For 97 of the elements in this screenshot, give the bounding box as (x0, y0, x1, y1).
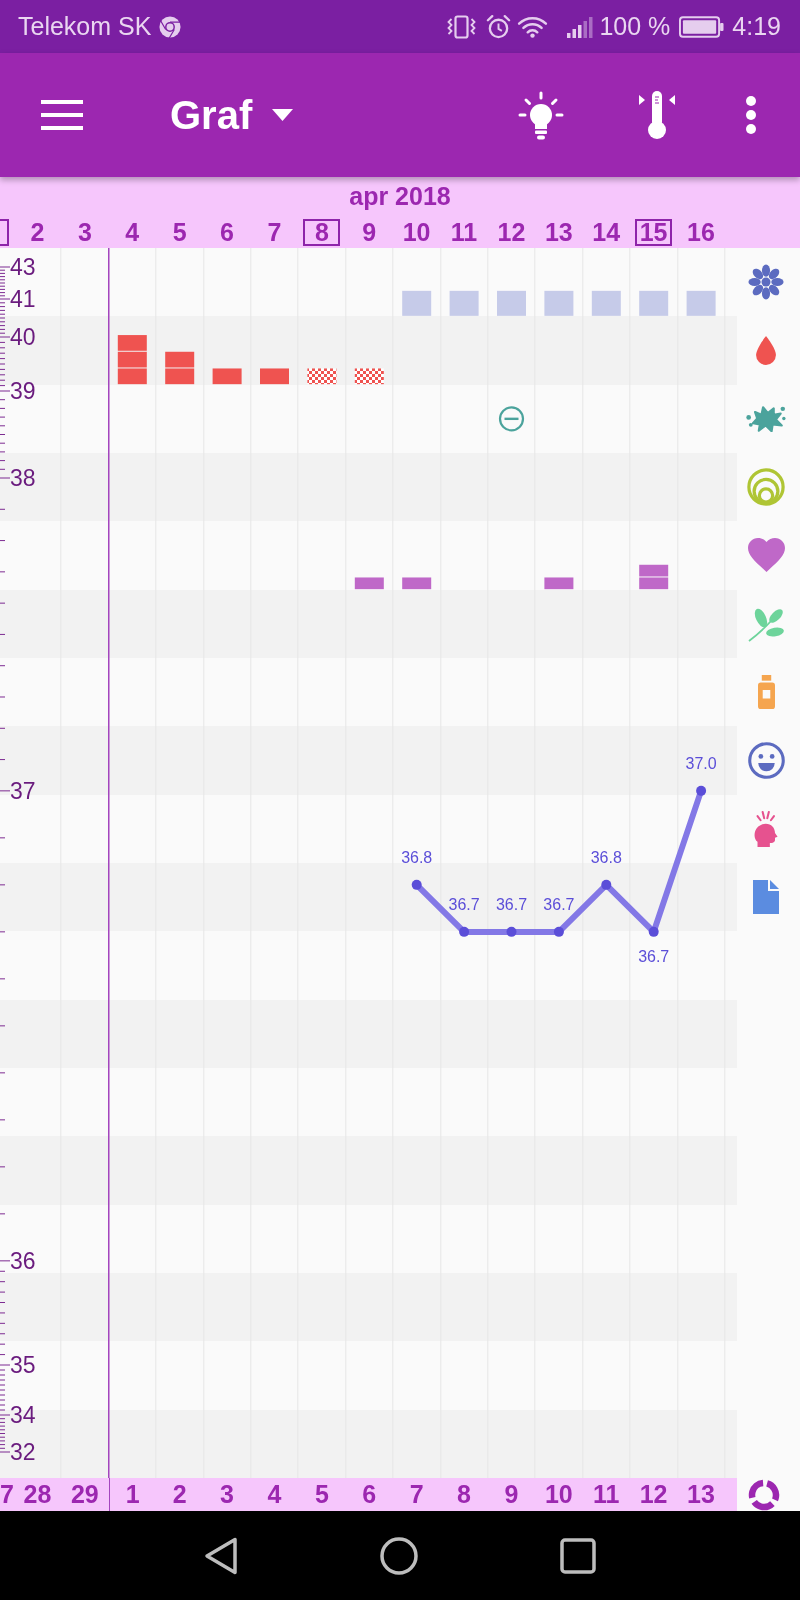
menu-icon[interactable] (41, 99, 83, 131)
alarm-clock-icon (486, 14, 512, 39)
cycle-day-label: 12 (639, 1482, 668, 1507)
back-icon[interactable] (204, 1536, 238, 1575)
square-marker (544, 290, 574, 316)
more-options-icon[interactable] (746, 96, 756, 134)
data-label: 37.0 (685, 755, 717, 773)
day-label: 13 (544, 219, 573, 245)
recent-apps-icon[interactable] (560, 1537, 596, 1574)
cycle-day-label: 29 (70, 1482, 99, 1507)
day-label: 14 (592, 219, 621, 245)
battery-icon (679, 15, 725, 38)
bar-segment (117, 335, 147, 351)
cycle-day-label: 7 (409, 1482, 424, 1507)
axis-label: 36 (10, 1247, 36, 1274)
day-label: 2 (30, 219, 45, 245)
data-point (553, 926, 564, 937)
data-label: 36.7 (448, 896, 480, 914)
cycle-day-label: 5 (314, 1482, 329, 1507)
cycle-day-label: 6 (362, 1482, 377, 1507)
month-label: apr 2018 (349, 183, 451, 209)
cycle-day-label: 9 (504, 1482, 519, 1507)
data-point (411, 879, 422, 890)
day-label: 8 (303, 218, 341, 246)
square-marker (497, 290, 526, 316)
clock-time: 4:19 (732, 14, 781, 39)
data-point (601, 879, 612, 890)
home-icon[interactable] (380, 1536, 418, 1575)
bar-segment (544, 577, 574, 590)
square-marker (686, 290, 716, 316)
day-label: 6 (220, 219, 234, 245)
cycle-day-label: 11 (592, 1482, 620, 1507)
axis-label: 39 (10, 378, 36, 404)
cycle-day-label: 1 (125, 1482, 140, 1507)
data-label: 36.8 (590, 849, 622, 867)
minus-circle-icon (498, 406, 525, 432)
square-marker (449, 290, 479, 316)
data-label: 36.7 (495, 896, 528, 914)
checkered-bar (354, 368, 384, 385)
bar-segment (117, 368, 147, 385)
bar-segment (165, 368, 195, 385)
cycle-day-label: 28 (23, 1482, 52, 1507)
data-point (696, 785, 707, 796)
bar-segment (639, 564, 669, 577)
day-label: 4 (125, 219, 140, 245)
day-label: 11 (450, 219, 478, 245)
bar-segment (354, 577, 384, 590)
axis-label: 35 (10, 1352, 36, 1378)
day-label: 9 (362, 219, 377, 245)
cycle-day-label: 7 (0, 1482, 14, 1507)
cycle-day-label: 3 (220, 1482, 234, 1507)
segmented-ring-icon[interactable] (747, 1478, 780, 1511)
axis-label: 37 (10, 777, 36, 804)
data-label: 36.7 (543, 896, 575, 914)
day-label: 12 (497, 219, 526, 245)
data-label: 36.7 (638, 948, 670, 966)
axis-label: 34 (10, 1402, 36, 1428)
day-label: 3 (77, 219, 92, 245)
day-label: 7 (267, 219, 282, 245)
bar-segment (639, 577, 669, 590)
thermometer-icon[interactable] (638, 90, 676, 140)
data-point (506, 926, 517, 937)
cycle-day-label: 13 (687, 1482, 715, 1507)
signal-icon (566, 15, 595, 38)
caret-icon (272, 109, 294, 121)
vibrate-icon (446, 14, 478, 39)
data-label: 36.8 (401, 849, 433, 867)
axis-label: 32 (10, 1439, 36, 1465)
data-point (459, 926, 470, 937)
bar-segment (260, 368, 289, 385)
lightbulb-icon[interactable] (518, 90, 564, 140)
carrier-name: Telekom SK (18, 14, 152, 39)
bar-segment (165, 351, 195, 368)
square-marker (639, 290, 669, 316)
bar-segment (212, 368, 242, 385)
cycle-day-label: 4 (267, 1482, 282, 1507)
cycle-day-label: 2 (172, 1482, 187, 1507)
view-dropdown[interactable]: Graf (170, 95, 294, 135)
wifi-icon (517, 15, 549, 38)
bar-segment (402, 577, 432, 590)
axis-label: 38 (10, 465, 36, 491)
axis-label: 40 (10, 324, 36, 350)
battery-percent: 100 % (599, 14, 671, 39)
square-marker (591, 290, 621, 316)
cycle-day-label: 8 (457, 1482, 471, 1507)
axis-label: 41 (10, 286, 36, 312)
day-label: 5 (172, 219, 187, 245)
checkered-bar (307, 368, 337, 385)
day-label: 15 (635, 218, 673, 246)
axis-label: 43 (10, 254, 36, 280)
square-marker (402, 290, 432, 316)
day-label: 10 (402, 219, 431, 245)
bar-segment (117, 351, 147, 368)
day-label: 16 (687, 219, 715, 245)
data-point (648, 926, 659, 937)
cycle-day-label: 10 (544, 1482, 573, 1507)
circle-logo-icon (159, 15, 182, 38)
